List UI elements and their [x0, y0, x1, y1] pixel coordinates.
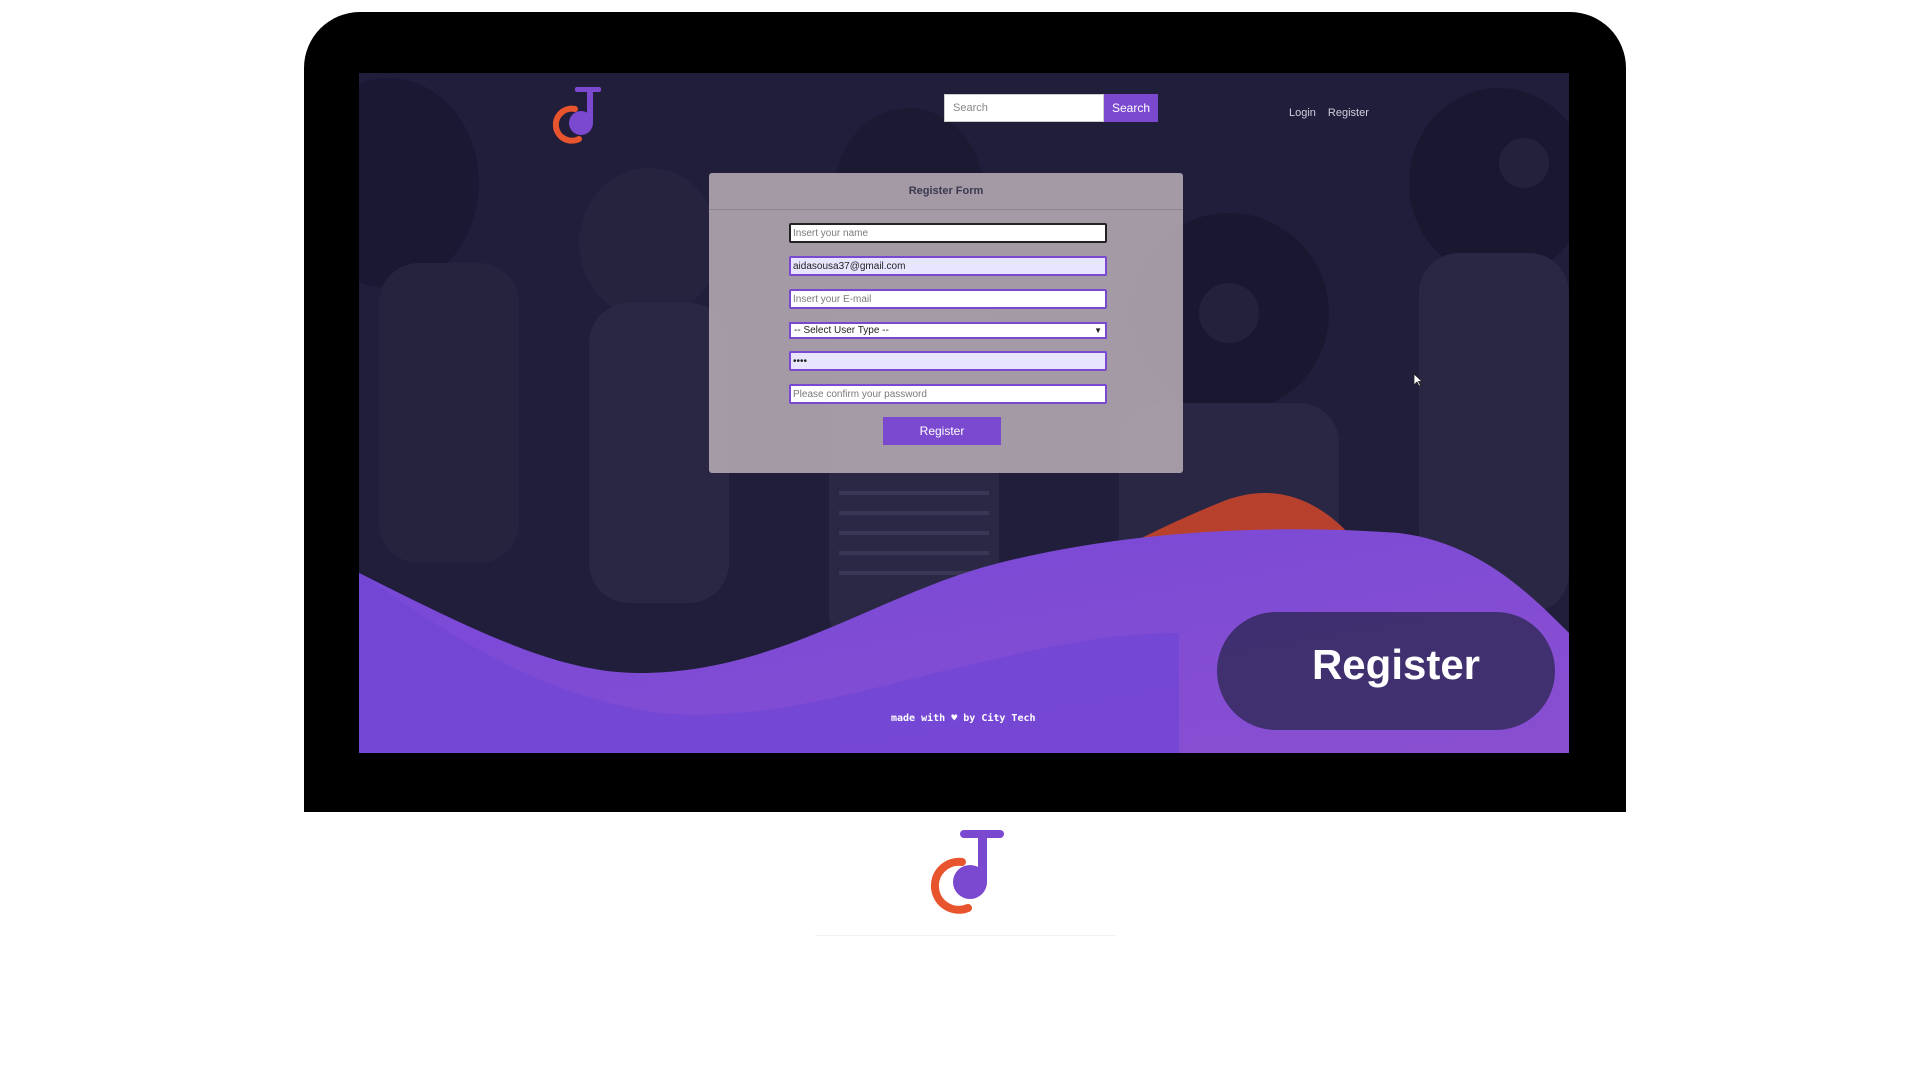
- search-bar: Search: [944, 94, 1158, 122]
- register-overlay-label: Register: [1311, 641, 1481, 688]
- form-title: Register Form: [709, 173, 1183, 210]
- search-input[interactable]: [944, 94, 1104, 122]
- name-input[interactable]: [789, 223, 1107, 243]
- register-overlay-badge: Register: [1217, 612, 1555, 730]
- password-input[interactable]: [789, 351, 1107, 371]
- user-type-selected-value: -- Select User Type --: [794, 325, 889, 336]
- confirm-password-input[interactable]: [789, 384, 1107, 404]
- app-logo[interactable]: [553, 85, 605, 145]
- footer-text-before: made with: [891, 713, 952, 724]
- form-fields: -- Select User Type -- ▼ Register: [789, 223, 1107, 445]
- footer-text-after: by City Tech: [957, 713, 1036, 724]
- register-submit-button[interactable]: Register: [883, 417, 1001, 445]
- brand-logo-large: [930, 830, 1004, 914]
- email-input[interactable]: [789, 289, 1107, 309]
- top-nav: Login Register: [1289, 107, 1369, 119]
- divider: [815, 935, 1115, 936]
- nav-register-link[interactable]: Register: [1328, 107, 1369, 119]
- user-type-select[interactable]: -- Select User Type -- ▼: [789, 322, 1107, 339]
- footer-credit: made with ♥ by City Tech: [891, 713, 1036, 724]
- username-input[interactable]: [789, 256, 1107, 276]
- register-form: Register Form -- Select User Type -- ▼ R…: [709, 173, 1183, 473]
- chevron-down-icon: ▼: [1094, 326, 1102, 335]
- search-button[interactable]: Search: [1104, 94, 1158, 122]
- mouse-cursor-icon: [1413, 373, 1423, 387]
- nav-login-link[interactable]: Login: [1289, 107, 1316, 119]
